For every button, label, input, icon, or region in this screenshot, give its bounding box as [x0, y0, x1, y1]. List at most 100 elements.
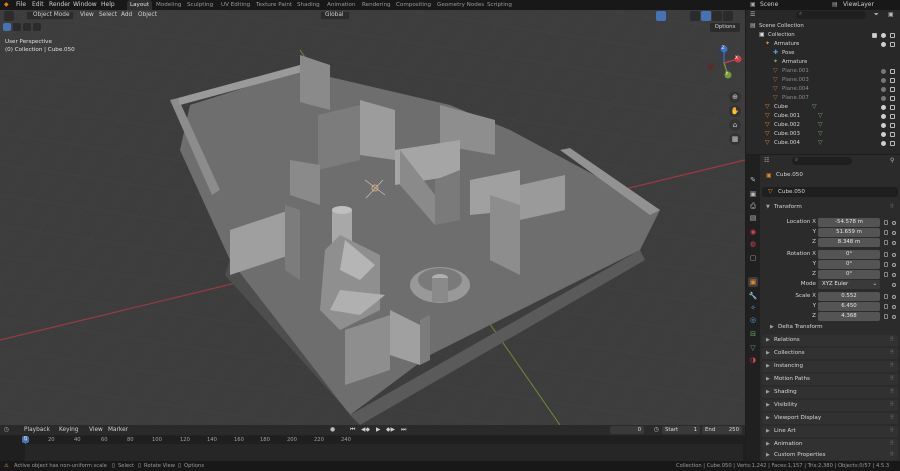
- select-box-tool-icon[interactable]: [3, 23, 11, 31]
- jump-end-icon[interactable]: ⏭: [401, 427, 406, 434]
- eye-icon[interactable]: [881, 78, 886, 83]
- collections-panel-header[interactable]: ▶ Collections ⠿: [762, 348, 898, 359]
- scale-y-field[interactable]: 6.450: [818, 302, 880, 311]
- keyframe-dot-icon[interactable]: [892, 273, 896, 277]
- viewport-display-panel-header[interactable]: ▶ Viewport Display ⠿: [762, 413, 898, 424]
- tab-modeling[interactable]: Modeling: [153, 0, 184, 10]
- options-dropdown[interactable]: Options: [710, 23, 740, 32]
- lock-icon[interactable]: [884, 220, 888, 225]
- eye-icon[interactable]: [881, 33, 886, 38]
- render-camera-icon[interactable]: [890, 42, 895, 47]
- outliner-row[interactable]: ▽ Cube.002 ▽: [746, 121, 900, 130]
- prev-key-icon[interactable]: ◀◆: [361, 427, 370, 433]
- shading-panel-header[interactable]: ▶ Shading ⠿: [762, 387, 898, 398]
- tab-geometry-nodes[interactable]: Geometry Nodes: [434, 0, 487, 10]
- outliner-row[interactable]: ▣ Collection: [746, 31, 900, 40]
- scene-selector[interactable]: Scene: [760, 1, 778, 8]
- blender-logo-icon[interactable]: ◆: [4, 1, 9, 8]
- render-camera-icon[interactable]: [890, 33, 895, 38]
- keyframe-dot-icon[interactable]: [892, 241, 896, 245]
- select-subtract-icon[interactable]: [33, 23, 41, 31]
- new-collection-icon[interactable]: ▣: [888, 11, 894, 18]
- drag-handle-icon[interactable]: ⠿: [890, 400, 894, 411]
- view-layer-selector[interactable]: ViewLayer: [843, 1, 874, 8]
- scale-z-field[interactable]: 4.368: [818, 312, 880, 321]
- checkbox-icon[interactable]: [872, 33, 877, 38]
- tab-compositing[interactable]: Compositing: [393, 0, 434, 10]
- menu-add[interactable]: Add: [121, 12, 132, 18]
- rotation-mode-dropdown[interactable]: XYZ Euler ⌄: [818, 280, 880, 289]
- custom-properties-panel-header[interactable]: ▶ Custom Properties ⠿: [762, 450, 898, 460]
- eye-icon[interactable]: [881, 96, 886, 101]
- tab-scripting[interactable]: Scripting: [484, 0, 515, 10]
- location-z-field[interactable]: 8.348 m: [818, 238, 880, 247]
- tab-layout[interactable]: Layout: [127, 0, 153, 10]
- world-tab-icon[interactable]: ◍: [748, 239, 758, 249]
- material-tab-icon[interactable]: ◑: [748, 355, 758, 365]
- keyframe-area[interactable]: [25, 444, 743, 461]
- collection-tab-icon[interactable]: ▢: [748, 253, 758, 263]
- rotation-x-field[interactable]: 0°: [818, 250, 880, 259]
- current-frame-field[interactable]: 0: [610, 426, 644, 434]
- play-icon[interactable]: ▶: [376, 427, 380, 433]
- rotation-y-field[interactable]: 0°: [818, 260, 880, 269]
- physics-tab-icon[interactable]: ◎: [748, 315, 758, 325]
- camera-view-icon[interactable]: ⌂: [729, 119, 741, 131]
- outliner-row[interactable]: ▽ Cube.001 ▽: [746, 112, 900, 121]
- gizmo-toggle-icon[interactable]: [656, 11, 666, 21]
- editor-type-icon[interactable]: [4, 11, 14, 21]
- drag-handle-icon[interactable]: ⠿: [890, 439, 894, 450]
- constraints-tab-icon[interactable]: ⊟: [748, 329, 758, 339]
- render-camera-icon[interactable]: [890, 105, 895, 110]
- keyframe-dot-icon[interactable]: [892, 231, 896, 235]
- modifier-tab-icon[interactable]: 🔧: [748, 291, 758, 301]
- outliner-row[interactable]: ▽ Cube ▽: [746, 103, 900, 112]
- keyframe-dot-icon[interactable]: [892, 263, 896, 267]
- object-name-field[interactable]: ▽ Cube.050: [762, 187, 898, 197]
- menu-view[interactable]: View: [80, 12, 94, 18]
- select-mode-icon[interactable]: [13, 23, 21, 31]
- rendered-shading-icon[interactable]: [723, 11, 733, 21]
- wireframe-shading-icon[interactable]: [690, 11, 700, 21]
- drag-handle-icon[interactable]: ⠿: [890, 348, 894, 359]
- timeline-ruler[interactable]: 0 0 20 40 60 80 100 120 140 160 180 200 …: [0, 436, 745, 461]
- eye-icon[interactable]: [881, 105, 886, 110]
- data-tab-icon[interactable]: ▽: [748, 343, 758, 353]
- render-camera-icon[interactable]: [890, 78, 895, 83]
- drag-handle-icon[interactable]: ⠿: [890, 361, 894, 372]
- keyframe-dot-icon[interactable]: [892, 315, 896, 319]
- tab-sculpting[interactable]: Sculpting: [184, 0, 216, 10]
- lock-icon[interactable]: [884, 294, 888, 299]
- lock-icon[interactable]: [884, 252, 888, 257]
- line-art-panel-header[interactable]: ▶ Line Art ⠿: [762, 426, 898, 437]
- tab-animation[interactable]: Animation: [324, 0, 359, 10]
- output-tab-icon[interactable]: ⎙: [748, 201, 758, 211]
- preview-range-icon[interactable]: ◷: [654, 427, 659, 433]
- start-frame-field[interactable]: Start 1: [662, 426, 700, 434]
- lock-icon[interactable]: [884, 240, 888, 245]
- drag-handle-icon[interactable]: ⠿: [890, 335, 894, 346]
- zoom-icon[interactable]: ⊕: [729, 91, 741, 103]
- render-camera-icon[interactable]: [890, 69, 895, 74]
- keyframe-dot-icon[interactable]: [892, 253, 896, 257]
- next-key-icon[interactable]: ◆▶: [386, 427, 395, 433]
- keyframe-dot-icon[interactable]: [892, 295, 896, 299]
- menu-view-timeline[interactable]: View: [89, 427, 103, 433]
- drag-handle-icon[interactable]: ⠿: [890, 413, 894, 424]
- tab-shading[interactable]: Shading: [294, 0, 323, 10]
- render-camera-icon[interactable]: [890, 123, 895, 128]
- lock-icon[interactable]: [884, 304, 888, 309]
- menu-select[interactable]: Select: [99, 12, 117, 18]
- tab-texture-paint[interactable]: Texture Paint: [253, 0, 295, 10]
- lock-icon[interactable]: [884, 230, 888, 235]
- menu-window[interactable]: Window: [73, 1, 97, 8]
- lock-icon[interactable]: [884, 272, 888, 277]
- end-frame-field[interactable]: End 250: [702, 426, 742, 434]
- relations-panel-header[interactable]: ▶ Relations ⠿: [762, 335, 898, 346]
- outliner-row[interactable]: ▽ Cube.004 ▽: [746, 139, 900, 148]
- particles-tab-icon[interactable]: ✧: [748, 303, 758, 313]
- drag-handle-icon[interactable]: ⠿: [890, 374, 894, 385]
- render-camera-icon[interactable]: [890, 141, 895, 146]
- select-extend-icon[interactable]: [23, 23, 31, 31]
- render-camera-icon[interactable]: [890, 96, 895, 101]
